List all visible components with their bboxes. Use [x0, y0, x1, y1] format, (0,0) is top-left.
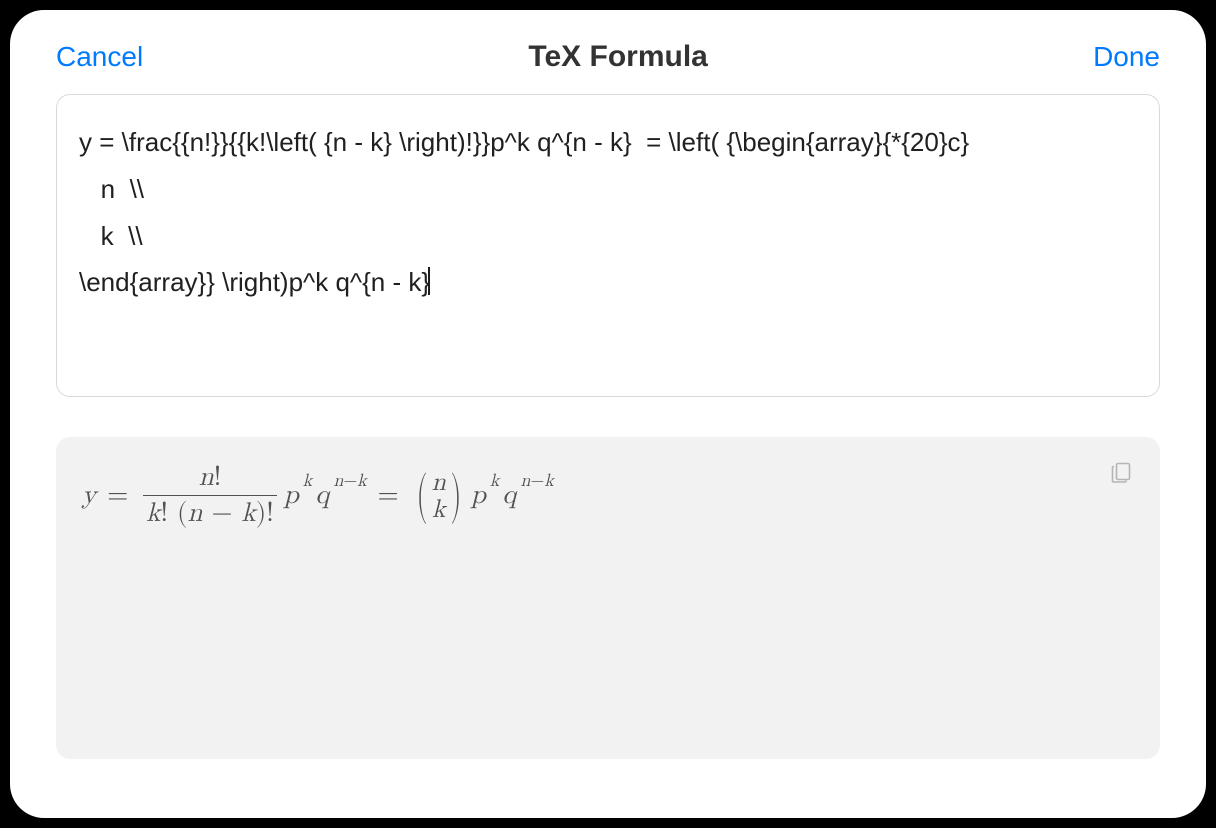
editor-line: n \\: [79, 166, 1137, 213]
header-bar: Cancel TeX Formula Done: [10, 10, 1206, 94]
modal-title: TeX Formula: [528, 40, 707, 74]
editor-line: k \\: [79, 213, 1137, 260]
copy-button[interactable]: [1106, 457, 1136, 487]
editor-line: y = \frac{{n!}}{{k!\left( {n - k} \right…: [79, 119, 1137, 166]
editor-line: \end{array}} \right)p^k q^{n - k}: [79, 259, 1137, 306]
tex-source-editor[interactable]: y = \frac{{n!}}{{k!\left( {n - k} \right…: [56, 94, 1160, 397]
rendered-preview: y = n! k! (n − k)! pkqn−k = ( nk ) pkqn−…: [56, 437, 1160, 758]
cancel-button[interactable]: Cancel: [56, 41, 143, 73]
copy-icon: [1109, 460, 1133, 484]
formula-render: y = n! k! (n − k)! pkqn−k = ( nk ) pkqn−…: [82, 463, 1134, 528]
text-caret: [428, 267, 430, 296]
done-button[interactable]: Done: [1093, 41, 1160, 73]
modal-sheet: Cancel TeX Formula Done y = \frac{{n!}}{…: [10, 10, 1206, 818]
